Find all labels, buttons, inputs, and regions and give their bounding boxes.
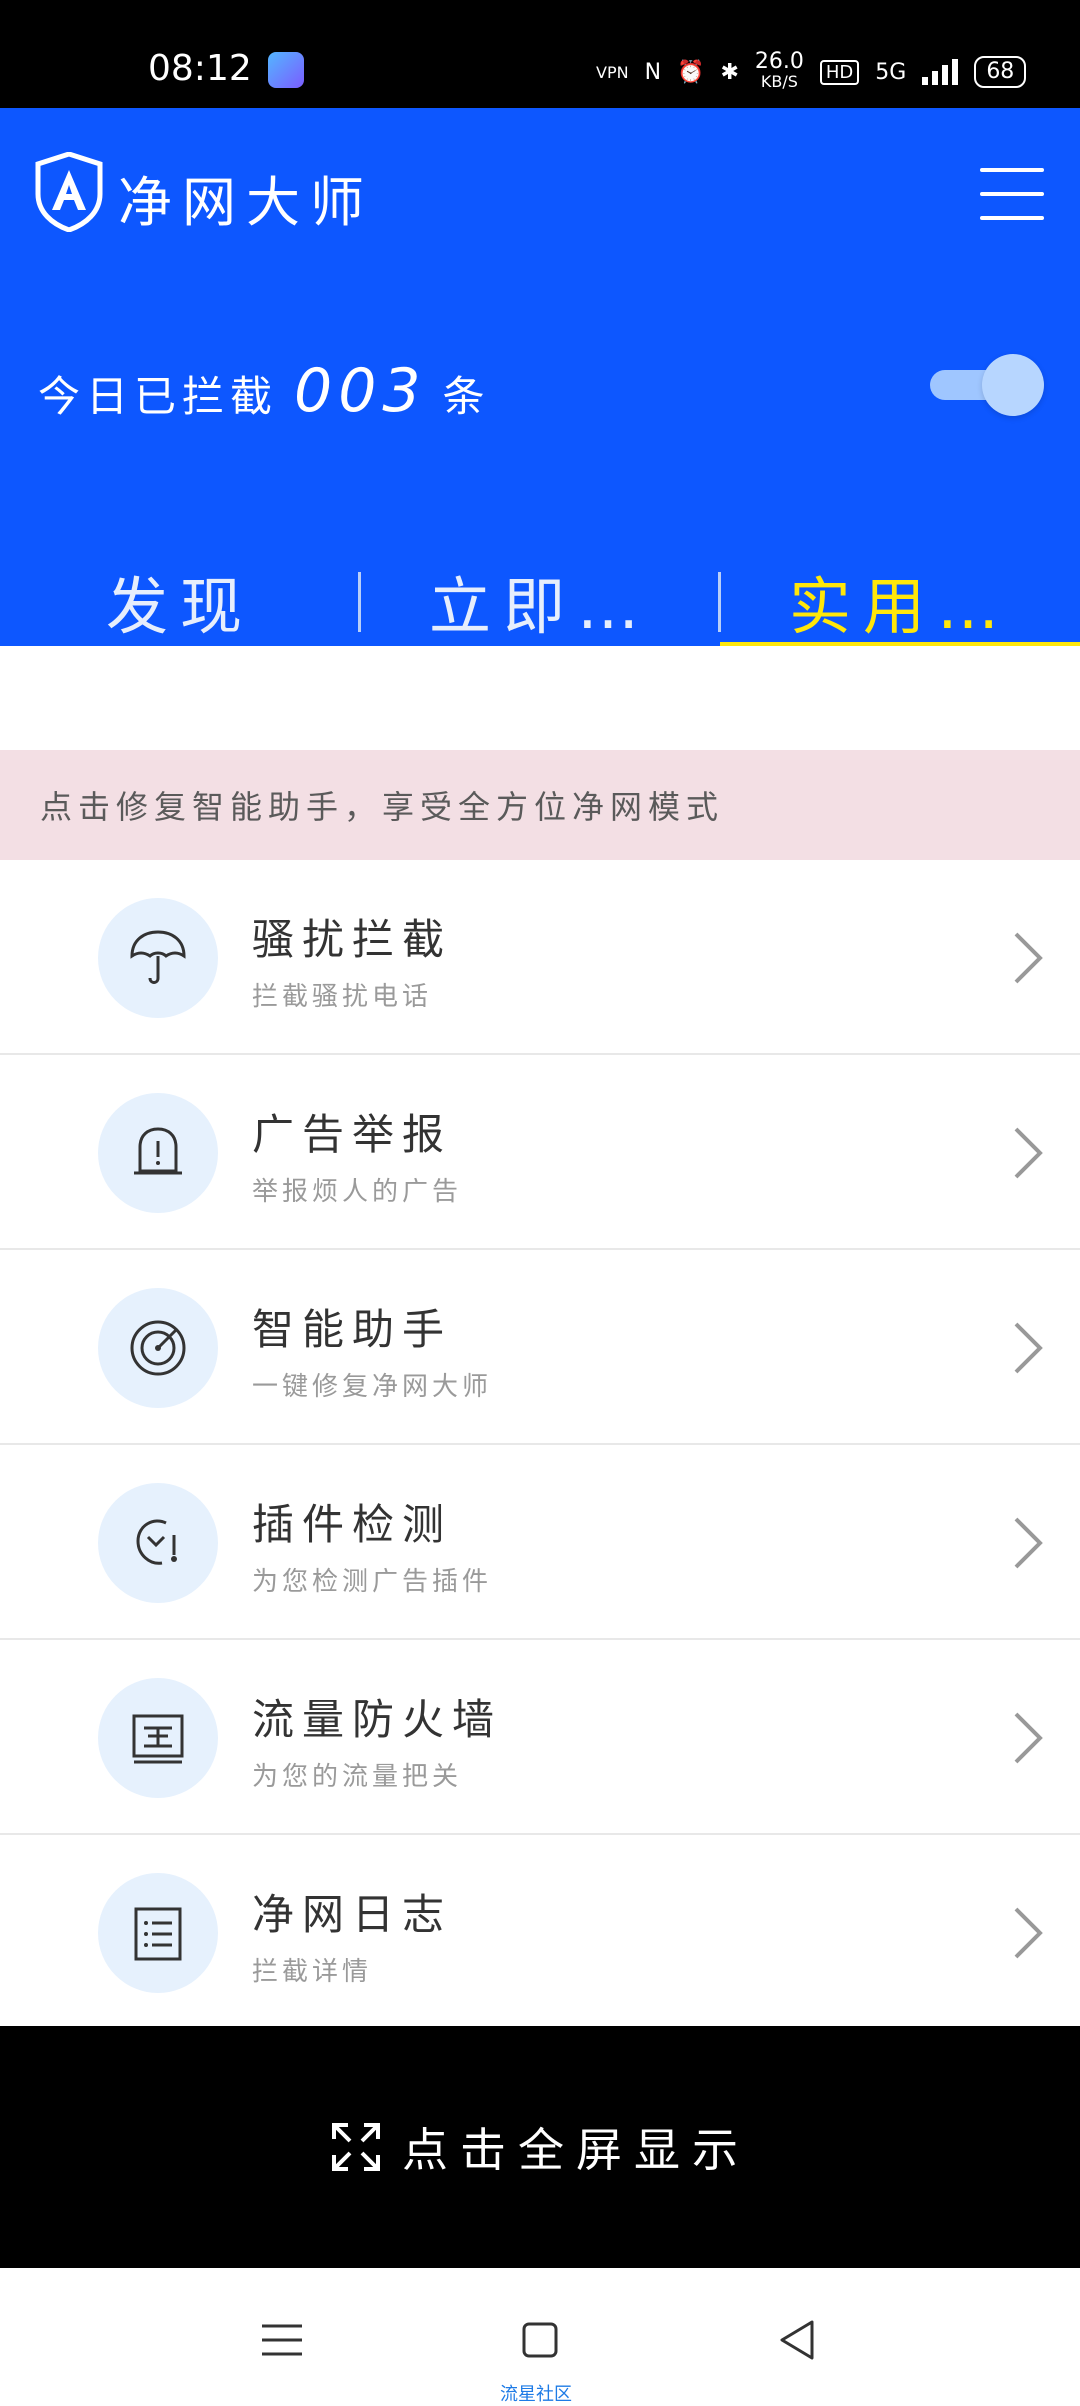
status-bar: 08:12 VPN N ⏰ ✱ 26.0 KB/S HD 5G 68 (0, 0, 1080, 108)
tab-discover[interactable]: 发现 (0, 556, 360, 643)
protection-toggle[interactable] (930, 354, 1044, 416)
chevron-right-icon (1014, 1712, 1043, 1764)
network-speed: 26.0 KB/S (754, 49, 804, 92)
status-time: 08:12 (148, 48, 252, 89)
fullscreen-label: 点击全屏显示 (402, 2123, 750, 2177)
item-title: 净网日志 (252, 1890, 453, 1939)
item-subtitle: 拦截骚扰电话 (252, 982, 433, 1012)
item-title: 智能助手 (252, 1305, 453, 1354)
app-header: 净网大师 今日已拦截 003 条 发现 立即… 实用… (0, 108, 1080, 646)
chevron-right-icon (1014, 1127, 1043, 1179)
item-title: 插件检测 (252, 1500, 453, 1549)
fullscreen-button[interactable]: 点击全屏显示 (0, 2026, 1080, 2268)
firewall-icon (132, 1714, 184, 1764)
hd-badge: HD (819, 59, 860, 85)
app-title: 净网大师 (118, 171, 374, 234)
tab-bar: 发现 立即… 实用… (0, 538, 1080, 646)
radar-icon (130, 1320, 186, 1376)
item-subtitle: 拦截详情 (252, 1957, 373, 1987)
item-subtitle: 举报烦人的广告 (252, 1177, 463, 1207)
bluetooth-icon: ✱ (720, 59, 739, 85)
list-item-clean-log[interactable]: 净网日志 拦截详情 (0, 1835, 1080, 2030)
nfc-icon: N (644, 59, 662, 85)
back-icon[interactable] (768, 2310, 828, 2370)
alarm-icon: ⏰ (677, 59, 705, 85)
status-icons: VPN N ⏰ ✱ 26.0 KB/S HD 5G 68 (596, 49, 1027, 92)
blocked-suffix: 条 (442, 372, 491, 421)
blocked-prefix: 今日已拦截 (38, 372, 279, 421)
vpn-icon: VPN (596, 62, 629, 82)
list-item-plugin-detect[interactable]: 插件检测 为您检测广告插件 (0, 1445, 1080, 1640)
menu-button[interactable] (980, 168, 1044, 220)
wrench-icon (136, 1519, 177, 1565)
content-spacer (0, 646, 1080, 750)
umbrella-icon (130, 930, 186, 984)
recent-apps-icon[interactable] (252, 2310, 312, 2370)
expand-icon (332, 2123, 380, 2171)
home-icon[interactable] (510, 2310, 570, 2370)
log-list-icon (134, 1907, 182, 1961)
item-title: 流量防火墙 (252, 1695, 503, 1744)
feature-list: 骚扰拦截 拦截骚扰电话 广告举报 举报烦人的广告 智能助手 一键修复净网大师 插… (0, 860, 1080, 2030)
list-item-harassment-block[interactable]: 骚扰拦截 拦截骚扰电话 (0, 860, 1080, 1055)
blocked-count: 003 (294, 356, 427, 426)
repair-notice[interactable]: 点击修复智能助手，享受全方位净网模式 (0, 750, 1080, 860)
network-type: 5G (875, 59, 907, 85)
chevron-right-icon (1014, 1322, 1043, 1374)
item-subtitle: 一键修复净网大师 (252, 1372, 493, 1402)
chevron-right-icon (1014, 932, 1043, 984)
video-app-icon (268, 52, 304, 88)
tab-immediate[interactable]: 立即… (360, 556, 720, 643)
signal-icon (922, 59, 959, 85)
battery-icon: 68 (974, 56, 1027, 88)
chevron-right-icon (1014, 1907, 1043, 1959)
alert-bell-icon (134, 1127, 182, 1175)
list-item-ad-report[interactable]: 广告举报 举报烦人的广告 (0, 1055, 1080, 1250)
item-title: 骚扰拦截 (252, 915, 453, 964)
list-item-smart-assistant[interactable]: 智能助手 一键修复净网大师 (0, 1250, 1080, 1445)
item-subtitle: 为您检测广告插件 (252, 1567, 493, 1597)
item-title: 广告举报 (252, 1110, 453, 1159)
system-nav-bar: 流星社区 (0, 2268, 1080, 2405)
chevron-right-icon (1014, 1517, 1043, 1569)
shield-logo-icon (35, 152, 103, 232)
item-subtitle: 为您的流量把关 (252, 1762, 463, 1792)
watermark-text: 流星社区 (500, 2384, 572, 2405)
list-item-traffic-firewall[interactable]: 流量防火墙 为您的流量把关 (0, 1640, 1080, 1835)
blocked-summary: 今日已拦截 003 条 (38, 356, 491, 426)
tab-useful[interactable]: 实用… (720, 556, 1080, 643)
